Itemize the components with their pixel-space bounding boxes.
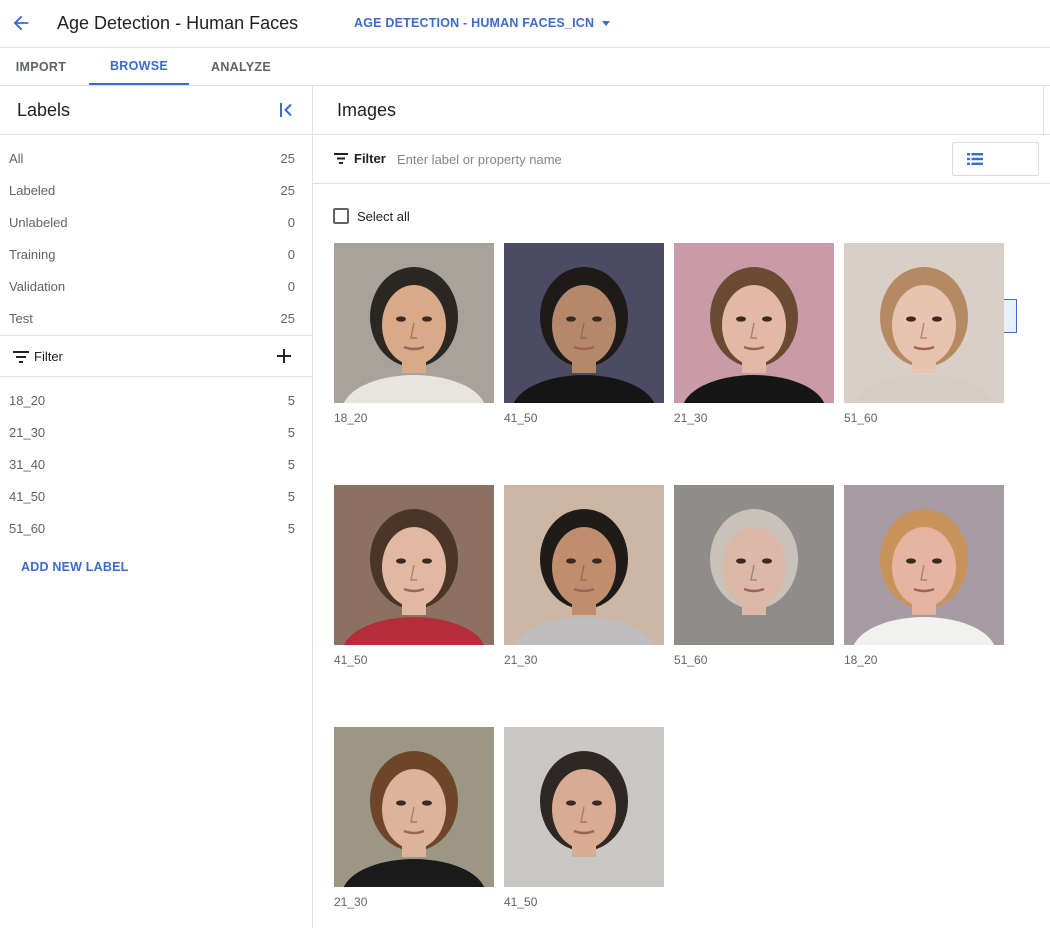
label-item[interactable]: 31_40 5: [0, 448, 312, 480]
summary-item[interactable]: All 25: [0, 142, 312, 174]
add-icon[interactable]: [275, 347, 293, 365]
image-label: 21_30: [504, 653, 538, 667]
summary-list: All 25 Labeled 25 Unlabeled 0 Training 0 Validat…: [0, 135, 312, 334]
summary-item[interactable]: Test 25: [0, 302, 312, 334]
label-filter-bar: Filter: [0, 335, 312, 377]
summary-item-label: All: [9, 150, 24, 166]
label-item-label: 21_30: [9, 424, 46, 440]
label-item-label: 51_60: [9, 520, 46, 536]
summary-item[interactable]: Labeled 25: [0, 174, 312, 206]
face-thumbnail: [674, 485, 834, 645]
face-thumbnail: [334, 727, 494, 887]
image-card[interactable]: 21_30: [674, 243, 834, 425]
panel-divider: [1043, 86, 1044, 134]
filter-icon: [13, 351, 29, 363]
list-icon: [966, 153, 983, 165]
image-label: 21_30: [674, 411, 708, 425]
image-label: 51_60: [844, 411, 878, 425]
page-title: Age Detection - Human Faces: [57, 13, 299, 33]
image-card[interactable]: 51_60: [674, 485, 834, 667]
image-label: 41_50: [504, 895, 538, 909]
image-card[interactable]: 41_50: [504, 727, 664, 909]
label-item-count: 5: [287, 424, 295, 440]
summary-item-label: Unlabeled: [9, 214, 68, 230]
summary-item-label: Test: [9, 310, 33, 326]
view-toggle: [952, 142, 1039, 333]
filter-icon: [334, 153, 348, 164]
image-label: 21_30: [334, 895, 368, 909]
image-card[interactable]: 18_20: [844, 485, 1004, 667]
label-item-count: 5: [287, 520, 295, 536]
face-thumbnail: [504, 485, 664, 645]
summary-item-count: 25: [280, 150, 295, 166]
summary-item[interactable]: Validation 0: [0, 270, 312, 302]
select-all-label: Select all: [357, 208, 410, 224]
checkbox[interactable]: [333, 208, 349, 224]
label-item-count: 5: [287, 456, 295, 472]
face-thumbnail: [334, 485, 494, 645]
face-thumbnail: [504, 727, 664, 887]
collapse-panel-icon[interactable]: [276, 100, 296, 120]
app-header: Age Detection - Human Faces AGE DETECTIO…: [0, 0, 1050, 48]
summary-item-count: 0: [287, 214, 295, 230]
images-header: Images: [313, 86, 1050, 135]
tab-analyze[interactable]: ANALYZE: [197, 48, 285, 85]
label-filter-label[interactable]: Filter: [34, 349, 63, 364]
label-item-count: 5: [287, 392, 295, 408]
label-item-count: 5: [287, 488, 295, 504]
image-card[interactable]: 21_30: [504, 485, 664, 667]
summary-item-count: 25: [280, 182, 295, 198]
face-thumbnail: [844, 485, 1004, 645]
image-card[interactable]: 51_60: [844, 243, 1004, 425]
labels-sidebar: Labels All 25 Labeled 25 Unlabeled 0 Training 0…: [0, 86, 313, 928]
image-label: 41_50: [334, 653, 368, 667]
face-thumbnail: [334, 243, 494, 403]
sidebar-title: Labels: [17, 100, 71, 120]
label-item-label: 41_50: [9, 488, 46, 504]
image-filter-label: Filter: [354, 151, 386, 166]
summary-item-label: Training: [9, 246, 56, 262]
back-arrow-icon[interactable]: [10, 12, 32, 34]
label-list: 18_20 5 21_30 5 31_40 5 41_50 5 51_60 5: [0, 377, 312, 544]
summary-item[interactable]: Training 0: [0, 238, 312, 270]
image-card[interactable]: 41_50: [334, 485, 494, 667]
summary-item-count: 0: [287, 278, 295, 294]
images-panel: Images Filter Enter label or property na…: [313, 86, 1050, 928]
label-item[interactable]: 51_60 5: [0, 512, 312, 544]
face-thumbnail: [674, 243, 834, 403]
summary-item-count: 0: [287, 246, 295, 262]
image-card[interactable]: 18_20: [334, 243, 494, 425]
tab-browse[interactable]: BROWSE: [89, 48, 189, 85]
image-filter-input[interactable]: [397, 148, 697, 170]
summary-item[interactable]: Unlabeled 0: [0, 206, 312, 238]
images-title: Images: [337, 100, 397, 120]
image-label: 51_60: [674, 653, 708, 667]
label-item-label: 31_40: [9, 456, 46, 472]
dataset-dropdown-label: AGE DETECTION - HUMAN FACES_ICN: [354, 16, 595, 30]
image-label: 41_50: [504, 411, 538, 425]
list-view-button[interactable]: [953, 143, 996, 175]
image-filter-bar: Filter: [313, 135, 1050, 333]
dataset-dropdown[interactable]: AGE DETECTION - HUMAN FACES_ICN: [354, 16, 611, 30]
label-item[interactable]: 21_30 5: [0, 416, 312, 448]
add-new-label-button[interactable]: ADD NEW LABEL: [21, 560, 128, 574]
image-label: 18_20: [334, 411, 368, 425]
summary-item-label: Validation: [9, 278, 66, 294]
face-thumbnail: [504, 243, 664, 403]
label-item[interactable]: 41_50 5: [0, 480, 312, 512]
tab-bar: IMPORT BROWSE ANALYZE: [0, 48, 1050, 86]
summary-item-count: 25: [280, 310, 295, 326]
image-card[interactable]: 21_30: [334, 727, 494, 909]
label-item-label: 18_20: [9, 392, 46, 408]
caret-down-icon: [602, 21, 611, 26]
image-card[interactable]: 41_50: [504, 243, 664, 425]
image-label: 18_20: [844, 653, 878, 667]
select-all-checkbox[interactable]: Select all: [333, 208, 410, 224]
label-item[interactable]: 18_20 5: [0, 384, 312, 416]
summary-item-label: Labeled: [9, 182, 56, 198]
tab-import[interactable]: IMPORT: [0, 48, 82, 85]
face-thumbnail: [844, 243, 1004, 403]
sidebar-header: Labels: [0, 86, 312, 135]
